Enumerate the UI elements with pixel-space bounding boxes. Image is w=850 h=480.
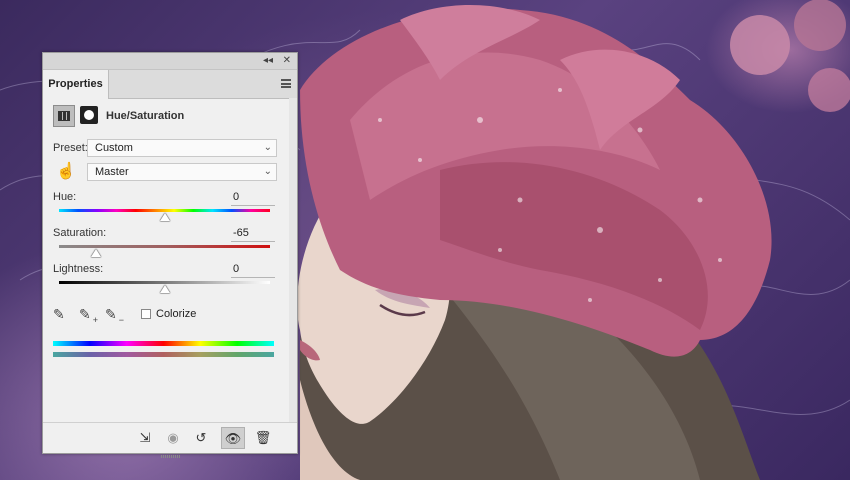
output-spectrum-bar — [53, 352, 274, 357]
hue-label: Hue: — [53, 191, 77, 203]
preset-dropdown[interactable]: Custom ⌄ — [87, 139, 277, 157]
panel-tab-bar: Properties — [43, 70, 297, 99]
lightness-slider-thumb[interactable] — [159, 285, 170, 293]
panel-menu-icon[interactable] — [281, 79, 291, 88]
close-panel-icon[interactable]: ✕ — [283, 54, 291, 68]
adjustment-title: Hue/Saturation — [106, 110, 185, 122]
visibility-icon[interactable]: 👁 — [221, 427, 245, 449]
hue-slider-thumb[interactable] — [159, 213, 170, 221]
hue-slider-track[interactable] — [59, 209, 270, 212]
reset-icon[interactable]: ↺ — [189, 427, 213, 449]
lightness-value-input[interactable]: 0 — [231, 263, 275, 278]
channel-dropdown[interactable]: Master ⌄ — [87, 163, 277, 181]
panel-footer: ⇲ ◉ ↺ 👁 🗑 — [43, 422, 297, 458]
collapse-panel-icon[interactable]: ◂◂ — [263, 54, 273, 68]
eyedropper-icon[interactable]: ✎ — [53, 305, 71, 323]
clip-to-layer-icon[interactable]: ⇲ — [133, 427, 157, 449]
lightness-label: Lightness: — [53, 263, 104, 275]
properties-panel: ◂◂ ✕ Properties Hue/Saturation Preset: C… — [42, 52, 298, 458]
chevron-down-icon: ⌄ — [263, 166, 272, 177]
trash-icon[interactable]: 🗑 — [251, 427, 275, 449]
hue-saturation-adjustment-icon[interactable] — [53, 105, 75, 127]
panel-title-bar: ◂◂ ✕ — [43, 53, 297, 70]
lightness-slider-track[interactable] — [59, 281, 270, 284]
adjustment-header: Hue/Saturation — [43, 99, 297, 133]
view-previous-icon[interactable]: ◉ — [161, 427, 185, 449]
colorize-label: Colorize — [156, 308, 197, 320]
saturation-label: Saturation: — [53, 227, 107, 239]
panel-resize-grip[interactable] — [161, 455, 181, 458]
eyedropper-plus-icon[interactable]: ✎ + — [79, 305, 98, 325]
colorize-checkbox[interactable] — [141, 309, 151, 319]
preset-label: Preset: — [53, 142, 88, 154]
layer-mask-icon[interactable] — [80, 106, 98, 124]
eyedropper-minus-icon[interactable]: ✎ − — [105, 305, 124, 325]
hue-value-input[interactable]: 0 — [231, 191, 275, 206]
input-spectrum-bar — [53, 341, 274, 346]
channel-value: Master — [95, 166, 129, 178]
panel-scrollbar[interactable] — [289, 98, 297, 423]
tab-properties[interactable]: Properties — [43, 70, 109, 99]
saturation-value-input[interactable]: -65 — [231, 227, 275, 242]
targeted-adjustment-hand-icon[interactable]: ☝ — [56, 164, 76, 180]
saturation-slider-track[interactable] — [59, 245, 270, 248]
preset-value: Custom — [95, 142, 133, 154]
chevron-down-icon: ⌄ — [263, 142, 272, 153]
saturation-slider-thumb[interactable] — [90, 249, 101, 257]
